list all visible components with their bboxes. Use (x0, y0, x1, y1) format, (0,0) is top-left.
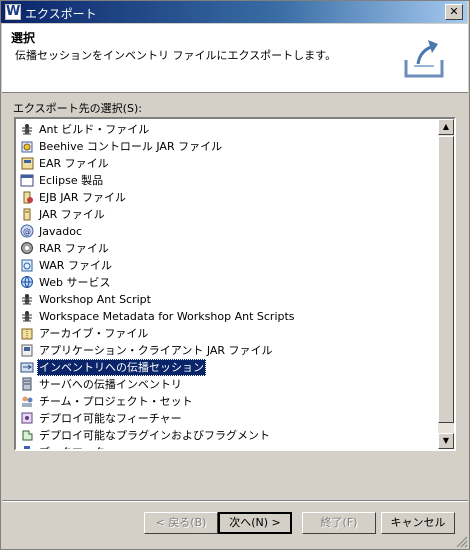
list-item[interactable]: RAR ファイル (19, 240, 434, 257)
list-item-label: デプロイ可能なフィーチャー (39, 412, 182, 425)
list-item-label: EAR ファイル (39, 157, 109, 170)
next-button[interactable]: 次へ(N) > (218, 512, 292, 534)
rar-icon (21, 242, 33, 254)
bookmark-icon (24, 446, 30, 449)
web-service-icon (21, 276, 33, 288)
list-item[interactable]: Web サービス (19, 274, 434, 291)
list-item[interactable]: デプロイ可能なフィーチャー (19, 410, 434, 427)
cancel-button[interactable]: キャンセル (381, 512, 455, 534)
jar-icon (23, 208, 31, 221)
list-item-label: デプロイ可能なプラグインおよびフラグメント (39, 429, 270, 442)
list-item-label: Workshop Ant Script (39, 293, 151, 306)
list-item[interactable]: Workspace Metadata for Workshop Ant Scri… (19, 308, 434, 325)
ejb-jar-icon (23, 191, 33, 204)
server-propagation-icon (22, 377, 32, 391)
list-item[interactable]: Workshop Ant Script (19, 291, 434, 308)
list-item-label: Ant ビルド・ファイル (39, 123, 150, 136)
app-client-icon (21, 344, 33, 357)
list-item-label: RAR ファイル (39, 242, 109, 255)
svg-text:@: @ (23, 227, 31, 236)
list-item-label: EJB JAR ファイル (39, 191, 126, 204)
export-destination-label: エクスポート先の選択(S): (13, 102, 142, 115)
ear-icon (21, 157, 34, 170)
close-button[interactable]: ✕ (445, 4, 463, 20)
list-item[interactable]: Beehive コントロール JAR ファイル (19, 138, 434, 155)
eclipse-product-icon (20, 174, 34, 187)
beehive-icon (21, 141, 33, 153)
list-item-label: アプリケーション・クライアント JAR ファイル (39, 344, 273, 357)
list-item-label: Beehive コントロール JAR ファイル (39, 140, 223, 153)
window-title: エクスポート (25, 7, 97, 21)
scroll-up-button[interactable]: ▲ (438, 119, 454, 135)
scroll-down-button[interactable]: ▼ (438, 433, 454, 449)
list-item-label: WAR ファイル (39, 259, 112, 272)
list-item[interactable]: WAR ファイル (19, 257, 434, 274)
javadoc-icon: @ (20, 224, 34, 238)
list-item[interactable]: EJB JAR ファイル (19, 189, 434, 206)
war-icon (21, 259, 33, 272)
list-item-label: アーカイブ・ファイル (39, 327, 149, 340)
vertical-scrollbar[interactable]: ▲ ▼ (438, 119, 454, 449)
app-logo-icon: W (5, 4, 21, 20)
feature-icon (21, 412, 33, 424)
archive-icon (21, 328, 33, 340)
back-button[interactable]: < 戻る(B) (144, 512, 218, 534)
list-item-label: Javadoc (39, 225, 82, 238)
list-item[interactable]: アーカイブ・ファイル (19, 325, 434, 342)
list-item-label: Eclipse 製品 (39, 174, 104, 187)
button-separator (2, 500, 468, 502)
list-item-label: サーバへの伝播インベントリ (39, 378, 182, 391)
list-item[interactable]: Ant ビルド・ファイル (19, 121, 434, 138)
finish-button[interactable]: 終了(F) (302, 512, 376, 534)
wizard-header: 選択 伝播セッションをインベントリ ファイルにエクスポートします。 (2, 24, 468, 93)
list-item-label: インベントリへの伝播セッション (37, 359, 206, 376)
resize-grip-icon[interactable] (456, 536, 468, 548)
ant-icon (22, 294, 32, 305)
list-item[interactable]: JAR ファイル (19, 206, 434, 223)
list-item[interactable]: Eclipse 製品 (19, 172, 434, 189)
title-bar[interactable]: W エクスポート ✕ (1, 1, 467, 23)
export-destination-list[interactable]: Ant ビルド・ファイル Beehive コントロール JAR ファイル EAR フ… (14, 117, 456, 451)
plugin-icon (22, 430, 33, 441)
list-item[interactable]: ブックマーク (19, 444, 434, 449)
team-project-icon (22, 396, 33, 407)
list-item[interactable]: インベントリへの伝播セッション (19, 359, 434, 376)
ant-icon (22, 311, 32, 322)
list-item[interactable]: EAR ファイル (19, 155, 434, 172)
list-item-label: Workspace Metadata for Workshop Ant Scri… (39, 310, 295, 323)
list-item[interactable]: サーバへの伝播インベントリ (19, 376, 434, 393)
list-item[interactable]: アプリケーション・クライアント JAR ファイル (19, 342, 434, 359)
header-description: 伝播セッションをインベントリ ファイルにエクスポートします。 (15, 49, 337, 62)
list-item[interactable]: @ Javadoc (19, 223, 434, 240)
list-item-label: チーム・プロジェクト・セット (39, 395, 193, 408)
export-wizard-icon (404, 40, 444, 78)
propagation-icon (20, 362, 34, 373)
list-item[interactable]: デプロイ可能なプラグインおよびフラグメント (19, 427, 434, 444)
list-item-label: ブックマーク (37, 444, 107, 449)
list-item-label: Web サービス (39, 276, 111, 289)
header-title: 選択 (11, 31, 36, 45)
list-item[interactable]: チーム・プロジェクト・セット (19, 393, 434, 410)
list-item-label: JAR ファイル (39, 208, 105, 221)
ant-icon (22, 124, 32, 135)
scroll-thumb[interactable] (438, 136, 454, 423)
